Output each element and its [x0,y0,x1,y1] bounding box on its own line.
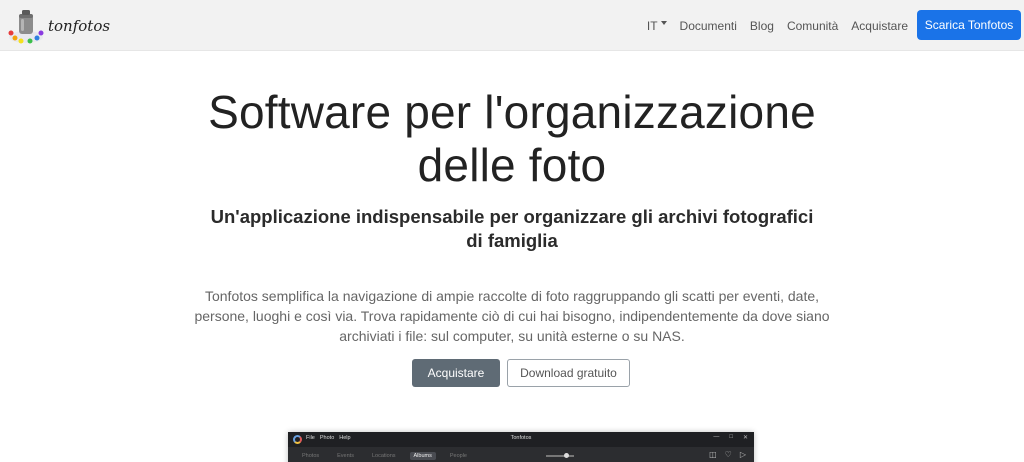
hero-description: Tonfotos semplifica la navigazione di am… [194,288,830,344]
nav-link-blog[interactable]: Blog [750,19,774,33]
zoom-slider-knob [564,453,569,458]
play-icon: ▷ [739,450,746,459]
nav-link-comunita[interactable]: Comunità [787,19,838,33]
free-download-button[interactable]: Download gratuito [507,359,630,387]
brand-link[interactable]: tonfotos [6,6,110,46]
app-window-title: Tonfotos [510,435,532,441]
nav-link-documenti[interactable]: Documenti [680,19,737,33]
app-tab-people: People [449,453,467,459]
download-tonfotos-button[interactable]: Scarica Tonfotos [917,10,1021,40]
app-tabs: Photos Events Locations Albums People [298,452,481,460]
caret-down-icon [660,20,667,25]
brand-name: tonfotos [48,17,111,35]
maximize-icon: □ [729,434,733,440]
app-toolbar-icons: ◫ ♡ ▷ [701,450,746,459]
heart-icon: ♡ [724,450,732,459]
close-icon: ✕ [742,435,748,441]
cta-row: Acquistare Download gratuito [0,359,1024,387]
page-title: Software per l'organizzazione delle foto [208,86,816,191]
panel-icon: ◫ [709,450,717,459]
language-selector[interactable]: IT [647,19,667,33]
app-tab-locations: Locations [371,453,396,459]
language-label: IT [646,18,658,33]
app-tab-albums: Albums [409,452,436,460]
window-controls: — □ ✕ [703,434,748,441]
app-tab-events: Events [337,453,354,459]
top-navbar: tonfotos IT Documenti Blog Comunità Acqu… [0,0,1024,51]
paint-jar-logo-icon [6,6,46,46]
app-tab-photos: Photos [302,453,320,459]
nav-links: IT Documenti Blog Comunità Acquistare [634,0,908,51]
app-preview-screenshot: File Photo Help Tonfotos — □ ✕ Photos Ev… [288,432,754,462]
page-subtitle: Un'applicazione indispensabile per organ… [210,206,814,251]
app-titlebar: File Photo Help Tonfotos — □ ✕ [288,432,754,447]
buy-button[interactable]: Acquistare [412,359,500,387]
minimize-icon: — [713,434,720,440]
zoom-slider [546,453,574,458]
nav-link-acquistare[interactable]: Acquistare [851,19,908,33]
